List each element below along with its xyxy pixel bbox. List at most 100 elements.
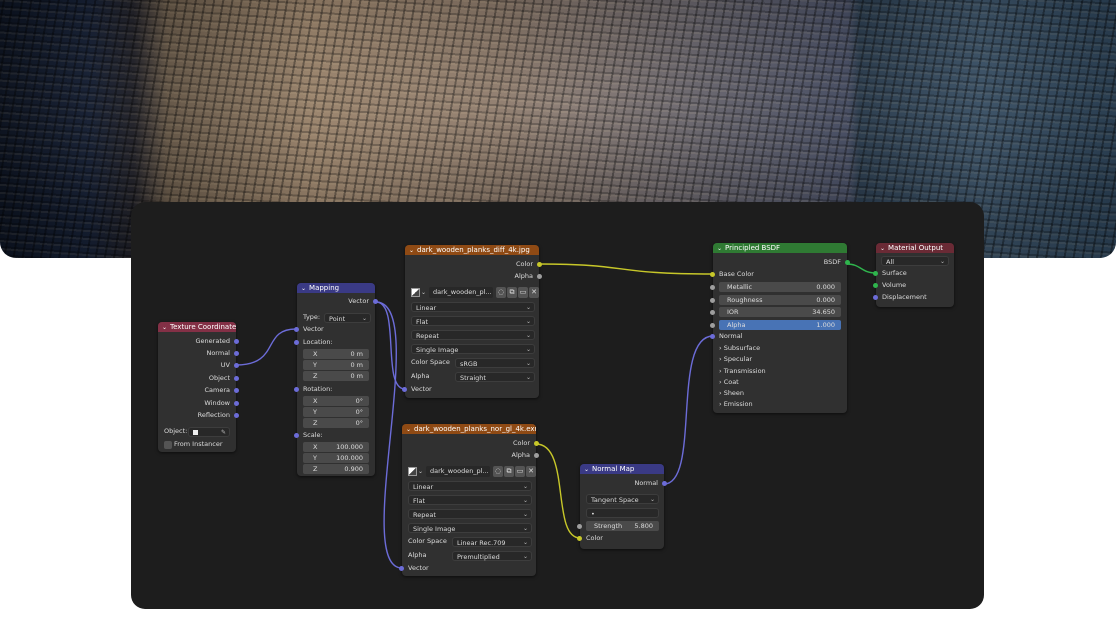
metallic-field[interactable]: Metallic 0.000 — [719, 282, 841, 292]
panel-coat[interactable]: › Coat — [719, 377, 739, 388]
ior-field[interactable]: IOR 34.650 — [719, 307, 841, 317]
fake-user-shield-icon[interactable]: ◌ — [496, 287, 506, 298]
image-selector[interactable]: ⌄ dark_wooden_pl... ◌ ⧉ ▭ ✕ — [408, 466, 536, 477]
panel-emission[interactable]: › Emission — [719, 399, 753, 410]
uv-map-field[interactable]: • — [586, 508, 659, 518]
socket-object[interactable] — [234, 376, 239, 381]
normal-map-node[interactable]: ⌄ Normal Map Normal Tangent Space ⌄ • Stre… — [577, 464, 667, 549]
extension-dropdown[interactable]: Repeat ⌄ — [411, 330, 535, 340]
fake-user-shield-icon[interactable]: ◌ — [493, 466, 503, 477]
panel-transmission[interactable]: › Transmission — [719, 366, 766, 377]
chevron-down-icon[interactable]: ⌄ — [717, 244, 722, 253]
panel-sheen[interactable]: › Sheen — [719, 388, 744, 399]
socket-surface[interactable] — [873, 271, 878, 276]
chevron-down-icon[interactable]: ⌄ — [406, 425, 411, 434]
socket-normal-in[interactable] — [710, 334, 715, 339]
chevron-down-icon[interactable]: ⌄ — [301, 284, 306, 293]
object-picker[interactable]: ✎ — [188, 427, 230, 437]
alpha-mode-dropdown[interactable]: Premultiplied ⌄ — [452, 551, 532, 561]
socket-alpha-out[interactable] — [534, 453, 539, 458]
chevron-down-icon[interactable]: ⌄ — [418, 466, 423, 477]
rotation-y-field[interactable]: Y 0° — [303, 407, 369, 417]
panel-subsurface[interactable]: › Subsurface — [719, 343, 760, 354]
rotation-x-field[interactable]: X 0° — [303, 396, 369, 406]
socket-vector-out[interactable] — [373, 299, 378, 304]
chevron-down-icon[interactable]: ⌄ — [162, 323, 167, 332]
socket-generated[interactable] — [234, 339, 239, 344]
image-selector[interactable]: ⌄ dark_wooden_pl... ◌ ⧉ ▭ ✕ — [411, 287, 539, 298]
socket-scale[interactable] — [294, 433, 299, 438]
image-icon[interactable] — [408, 467, 417, 476]
socket-alpha[interactable] — [710, 323, 715, 328]
scale-z-field[interactable]: Z 0.900 — [303, 464, 369, 474]
texture-coordinate-node[interactable]: ⌄ Texture Coordinate Generated Normal UV … — [158, 322, 239, 452]
space-dropdown[interactable]: Tangent Space ⌄ — [586, 494, 659, 504]
roughness-field[interactable]: Roughness 0.000 — [719, 295, 841, 305]
socket-vector-in[interactable] — [294, 327, 299, 332]
socket-alpha-out[interactable] — [537, 274, 542, 279]
socket-volume[interactable] — [873, 283, 878, 288]
close-icon[interactable]: ✕ — [529, 287, 539, 298]
image-icon[interactable] — [411, 288, 420, 297]
color-space-dropdown[interactable]: Linear Rec.709 ⌄ — [452, 537, 532, 547]
projection-dropdown[interactable]: Flat ⌄ — [411, 316, 535, 326]
interpolation-dropdown[interactable]: Linear ⌄ — [408, 481, 532, 491]
panel-specular[interactable]: › Specular — [719, 354, 752, 365]
alpha-field[interactable]: Alpha 1.000 — [719, 320, 841, 330]
socket-color-in[interactable] — [577, 536, 582, 541]
node-header[interactable]: ⌄ Normal Map — [580, 464, 664, 474]
extension-dropdown[interactable]: Repeat ⌄ — [408, 509, 532, 519]
strength-field[interactable]: Strength 5.800 — [586, 521, 659, 531]
scale-x-field[interactable]: X 100.000 — [303, 442, 369, 452]
socket-camera[interactable] — [234, 388, 239, 393]
socket-normal[interactable] — [234, 351, 239, 356]
node-header[interactable]: ⌄ dark_wooden_planks_nor_gl_4k.exr — [402, 424, 536, 434]
location-y-field[interactable]: Y 0 m — [303, 360, 369, 370]
alpha-mode-dropdown[interactable]: Straight ⌄ — [455, 372, 535, 382]
source-dropdown[interactable]: Single Image ⌄ — [408, 523, 532, 533]
node-header[interactable]: ⌄ Texture Coordinate — [158, 322, 236, 332]
chevron-down-icon[interactable]: ⌄ — [409, 246, 414, 255]
image-name-field[interactable]: dark_wooden_pl... — [429, 287, 493, 298]
socket-window[interactable] — [234, 401, 239, 406]
principled-bsdf-node[interactable]: ⌄ Principled BSDF BSDF Base Color Metalli… — [710, 243, 850, 413]
socket-reflection[interactable] — [234, 413, 239, 418]
socket-location[interactable] — [294, 340, 299, 345]
type-dropdown[interactable]: Point ⌄ — [324, 313, 371, 323]
socket-ior[interactable] — [710, 310, 715, 315]
socket-rotation[interactable] — [294, 387, 299, 392]
socket-displacement[interactable] — [873, 295, 878, 300]
chevron-down-icon[interactable]: ⌄ — [880, 244, 885, 253]
socket-bsdf-out[interactable] — [845, 260, 850, 265]
chevron-down-icon[interactable]: ⌄ — [421, 287, 426, 298]
scale-y-field[interactable]: Y 100.000 — [303, 453, 369, 463]
folder-icon[interactable]: ▭ — [518, 287, 528, 298]
diff-image-texture-node[interactable]: ⌄ dark_wooden_planks_diff_4k.jpg Color Al… — [402, 245, 542, 398]
location-x-field[interactable]: X 0 m — [303, 349, 369, 359]
eyedropper-icon[interactable]: ✎ — [221, 428, 226, 438]
mapping-node[interactable]: ⌄ Mapping Vector Type: Point ⌄ Vector Loca… — [294, 283, 378, 476]
socket-roughness[interactable] — [710, 298, 715, 303]
node-editor-canvas[interactable]: ⌄ Texture Coordinate Generated Normal UV … — [131, 202, 984, 609]
close-icon[interactable]: ✕ — [526, 466, 536, 477]
socket-strength[interactable] — [577, 524, 582, 529]
node-header[interactable]: ⌄ Principled BSDF — [713, 243, 847, 253]
nor-image-texture-node[interactable]: ⌄ dark_wooden_planks_nor_gl_4k.exr Color … — [399, 424, 539, 576]
socket-vector-in[interactable] — [402, 387, 407, 392]
socket-normal-out[interactable] — [662, 481, 667, 486]
socket-color-out[interactable] — [534, 441, 539, 446]
material-output-node[interactable]: ⌄ Material Output All ⌄ Surface Volume Dis… — [873, 243, 954, 307]
chevron-down-icon[interactable]: ⌄ — [584, 465, 589, 474]
from-instancer-checkbox[interactable] — [164, 441, 172, 449]
duplicate-icon[interactable]: ⧉ — [507, 287, 517, 298]
rotation-z-field[interactable]: Z 0° — [303, 418, 369, 428]
color-space-dropdown[interactable]: sRGB ⌄ — [455, 358, 535, 368]
source-dropdown[interactable]: Single Image ⌄ — [411, 344, 535, 354]
socket-metallic[interactable] — [710, 285, 715, 290]
socket-base-color[interactable] — [710, 272, 715, 277]
duplicate-icon[interactable]: ⧉ — [504, 466, 514, 477]
folder-icon[interactable]: ▭ — [515, 466, 525, 477]
node-header[interactable]: ⌄ Mapping — [297, 283, 375, 293]
node-header[interactable]: ⌄ dark_wooden_planks_diff_4k.jpg — [405, 245, 539, 255]
target-dropdown[interactable]: All ⌄ — [881, 256, 949, 266]
